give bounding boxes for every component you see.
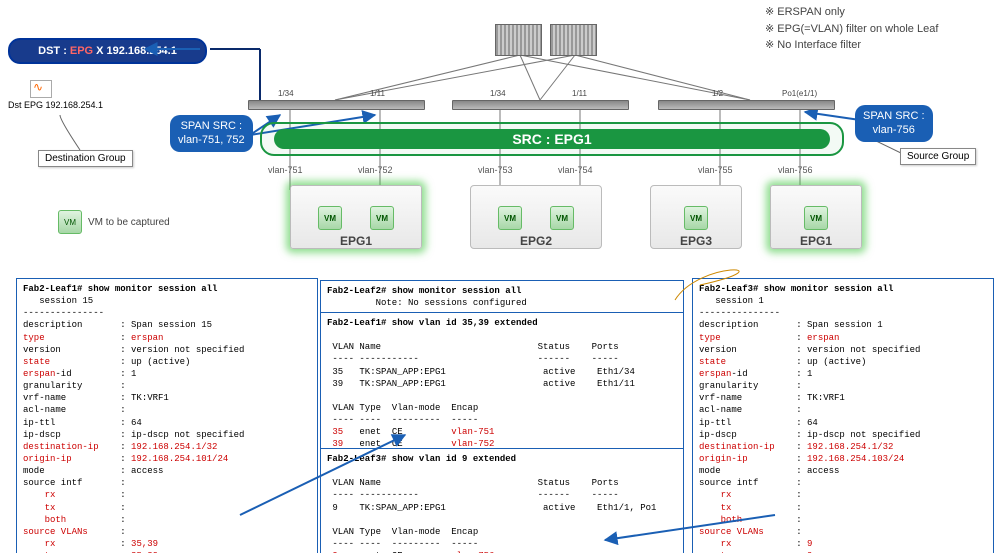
leaf3-if1: 1/2 xyxy=(712,89,723,98)
leaf3-switch xyxy=(658,100,835,110)
dst-epg-ip: Dst EPG 192.168.254.1 xyxy=(8,100,103,110)
vlan-751: vlan-751 xyxy=(268,165,303,175)
epg1-right-label: EPG1 xyxy=(800,234,832,248)
epg1-left-label: EPG1 xyxy=(340,234,372,248)
analyzer-icon: ∿ xyxy=(30,80,52,98)
vm-caption-text: VM to be captured xyxy=(88,217,170,228)
terminal-leaf3-session: Fab2-Leaf3# show monitor session all ses… xyxy=(692,278,994,553)
note-2: ※ EPG(=VLAN) filter on whole Leaf xyxy=(765,21,995,38)
vlan-754: vlan-754 xyxy=(558,165,593,175)
spine-1 xyxy=(495,24,542,56)
dst-epg: EPG xyxy=(70,45,93,57)
dst-prefix: DST : xyxy=(38,45,67,57)
terminal-leaf1-vlan: Fab2-Leaf1# show vlan id 35,39 extended … xyxy=(320,312,684,452)
dst-suffix: X 192.168.254.1 xyxy=(96,45,177,57)
dst-group-pill: DST : EPG X 192.168.254.1 xyxy=(8,38,207,64)
note-1: ※ ERSPAN only xyxy=(765,4,995,21)
epg1-right: VM EPG1 xyxy=(770,185,862,249)
epg2-label: EPG2 xyxy=(520,234,552,248)
destination-group-label: Destination Group xyxy=(38,150,133,167)
terminal-leaf3-vlan: Fab2-Leaf3# show vlan id 9 extended VLAN… xyxy=(320,448,684,553)
src-epg-bar: SRC : EPG1 xyxy=(260,122,844,156)
source-group-label: Source Group xyxy=(900,148,976,165)
vlan-753: vlan-753 xyxy=(478,165,513,175)
vlan-755: vlan-755 xyxy=(698,165,733,175)
leaf3-if2: Po1(e1/1) xyxy=(782,89,817,98)
epg3: VM EPG3 xyxy=(650,185,742,249)
leaf2-if2: 1/11 xyxy=(572,89,587,98)
notes-panel: ※ ERSPAN only ※ EPG(=VLAN) filter on who… xyxy=(765,4,995,54)
leaf2-if1: 1/34 xyxy=(490,89,506,98)
vlan-752: vlan-752 xyxy=(358,165,393,175)
leaf1-if2: 1/11 xyxy=(370,89,385,98)
vlan-756: vlan-756 xyxy=(778,165,813,175)
note-3: ※ No Interface filter xyxy=(765,37,995,54)
span-src-left-bubble: SPAN SRC : vlan-751, 752 xyxy=(170,115,253,152)
vm-caption: VM VM to be captured xyxy=(58,210,170,234)
epg3-label: EPG3 xyxy=(680,234,712,248)
span-src-right-bubble: SPAN SRC : vlan-756 xyxy=(855,105,933,142)
spine-2 xyxy=(550,24,597,56)
leaf2-switch xyxy=(452,100,629,110)
leaf1-if1: 1/34 xyxy=(278,89,294,98)
terminal-leaf1-session: Fab2-Leaf1# show monitor session all ses… xyxy=(16,278,318,553)
epg2: VMVM EPG2 xyxy=(470,185,602,249)
epg1-left: VMVM EPG1 xyxy=(290,185,422,249)
src-epg-label: SRC : EPG1 xyxy=(512,131,591,147)
leaf1-switch xyxy=(248,100,425,110)
